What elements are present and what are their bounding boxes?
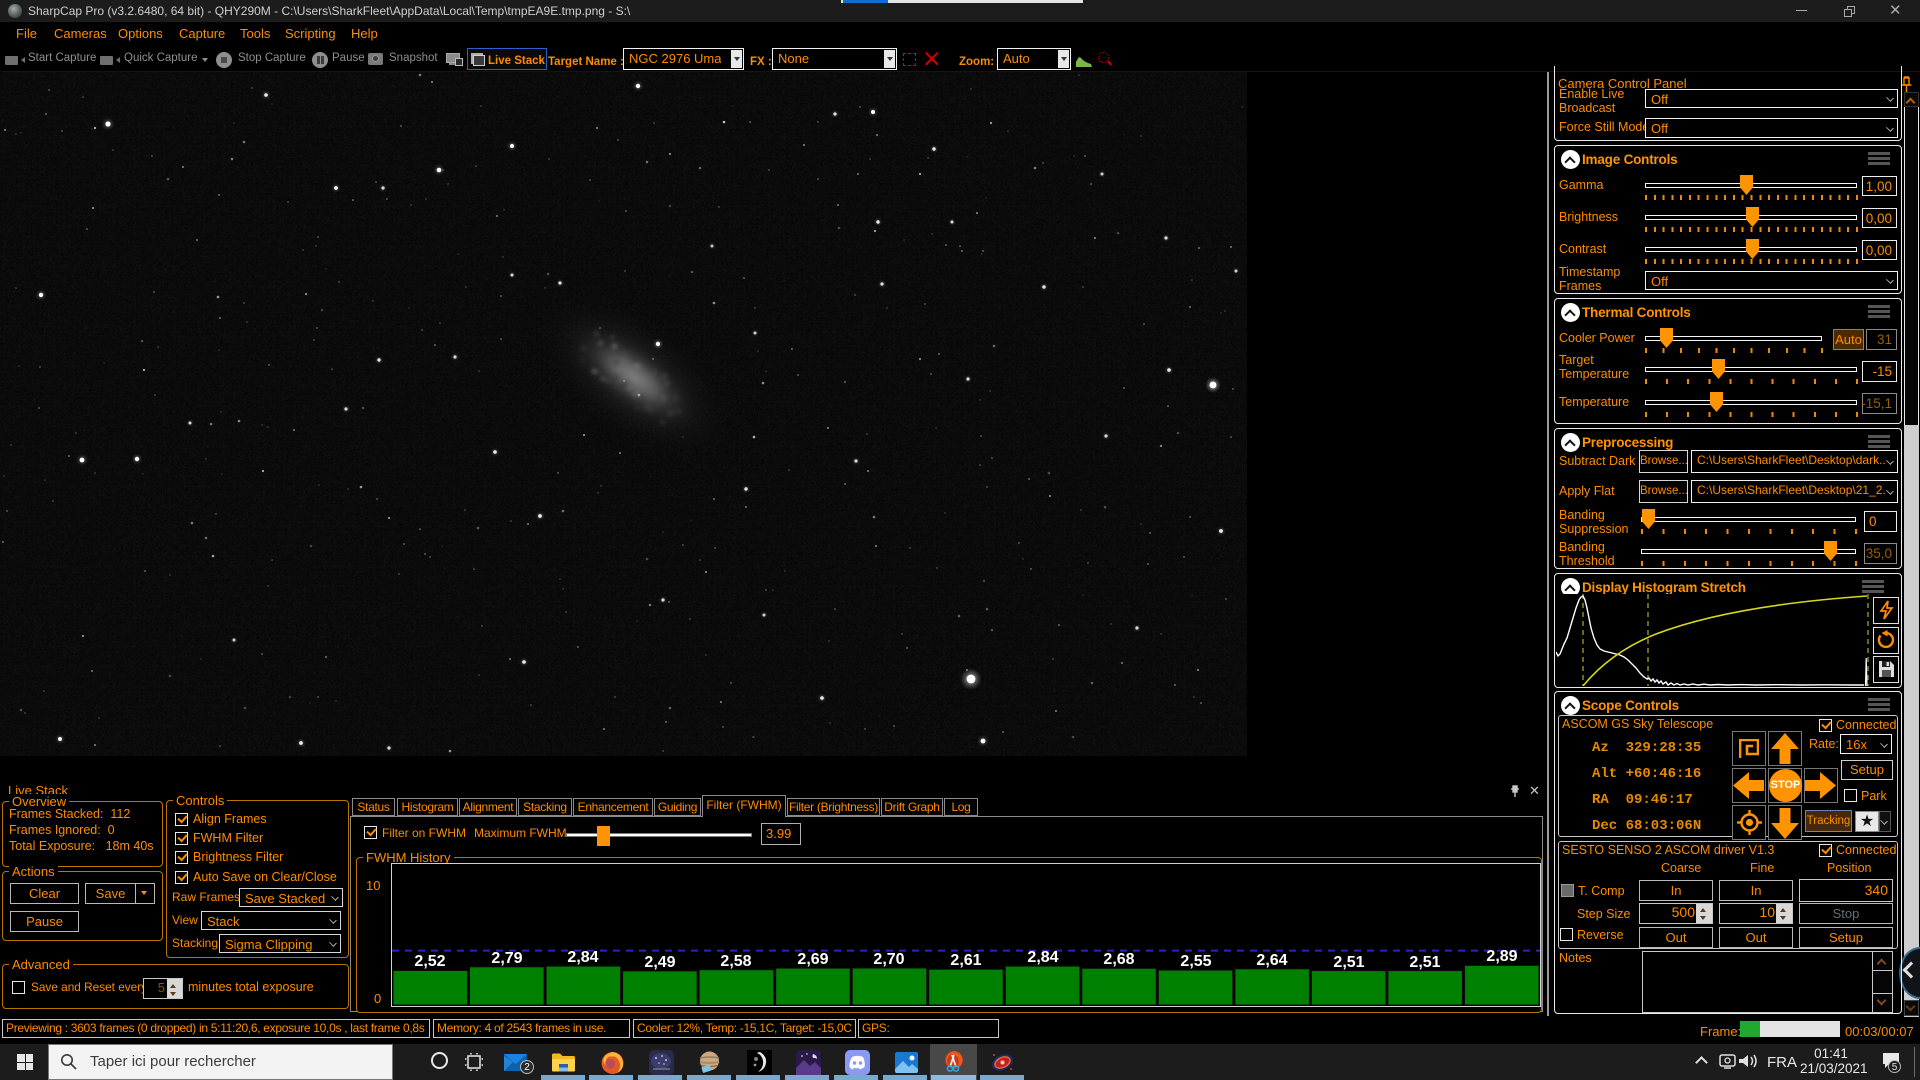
svg-text:2,70: 2,70 — [873, 951, 904, 968]
svg-text:2,79: 2,79 — [491, 950, 522, 967]
svg-text:2,51: 2,51 — [1333, 954, 1364, 971]
svg-text:2,84: 2,84 — [1027, 949, 1058, 966]
svg-text:2,58: 2,58 — [720, 953, 751, 970]
svg-text:2,55: 2,55 — [1180, 953, 1211, 970]
svg-text:2,69: 2,69 — [797, 951, 828, 968]
svg-text:2,52: 2,52 — [414, 953, 445, 970]
svg-text:2,51: 2,51 — [1409, 954, 1440, 971]
svg-text:2,61: 2,61 — [950, 952, 981, 969]
svg-text:2,68: 2,68 — [1103, 951, 1134, 968]
svg-text:2,89: 2,89 — [1486, 948, 1517, 965]
svg-text:2,49: 2,49 — [644, 954, 675, 971]
svg-text:2,84: 2,84 — [567, 949, 598, 966]
svg-text:2,64: 2,64 — [1256, 952, 1287, 969]
